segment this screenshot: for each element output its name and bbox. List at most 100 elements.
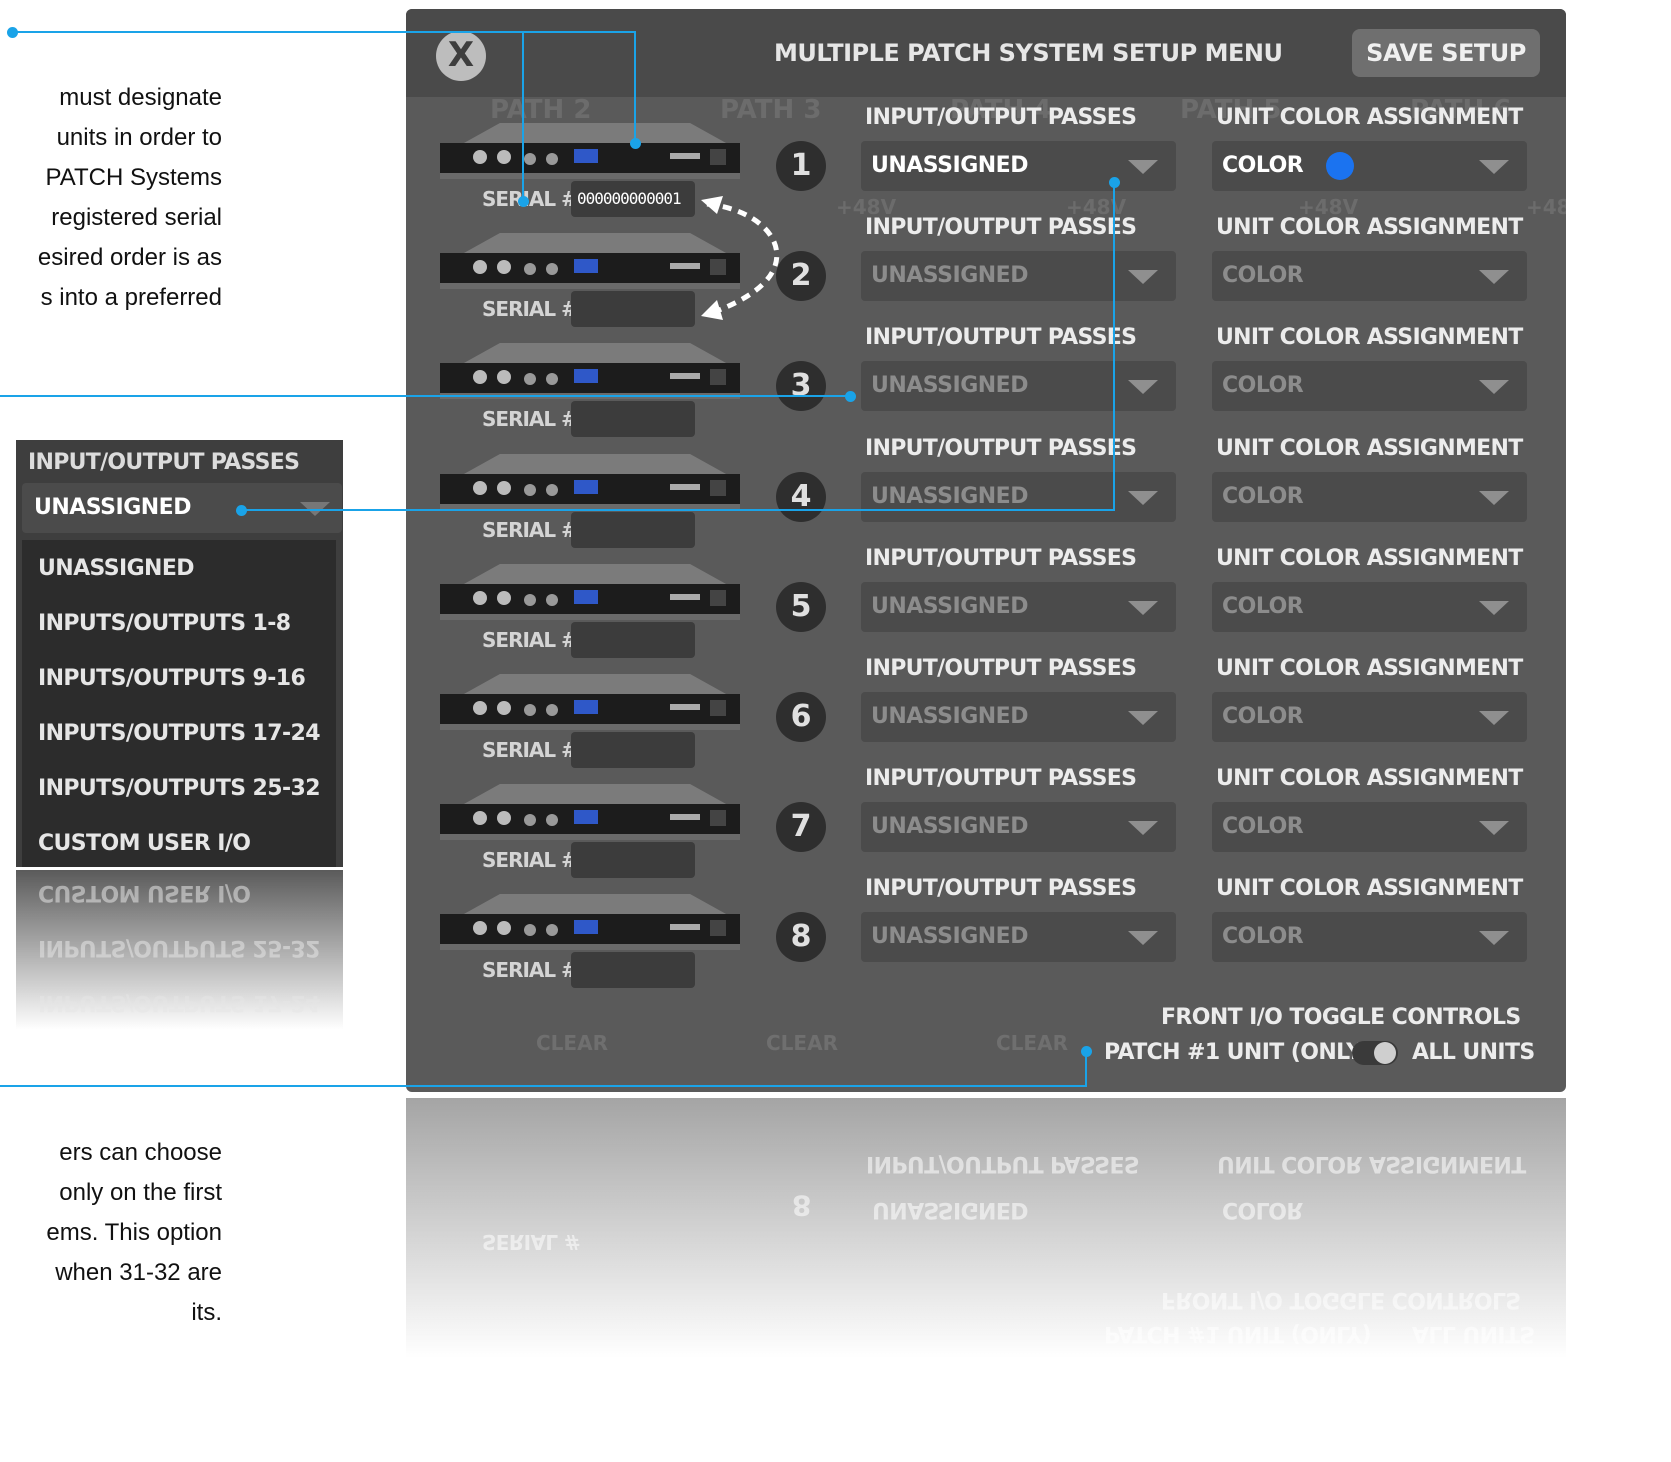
patch-unit-row: SERIAL # 8 INPUT/OUTPUT PASSES UNASSIGNE… bbox=[406, 876, 1566, 992]
select-value: COLOR bbox=[1222, 924, 1304, 950]
select-value: UNASSIGNED bbox=[871, 593, 1028, 619]
serial-number-input[interactable] bbox=[571, 842, 695, 879]
chevron-down-icon bbox=[1128, 270, 1158, 285]
unit-color-label: UNIT COLOR ASSIGNMENT bbox=[1216, 545, 1523, 571]
unit-color-label: UNIT COLOR ASSIGNMENT bbox=[1216, 215, 1523, 241]
unit-color-select[interactable]: COLOR bbox=[1212, 471, 1527, 522]
unit-color-label: UNIT COLOR ASSIGNMENT bbox=[1216, 876, 1523, 902]
toggle-option-all-units[interactable]: ALL UNITS bbox=[1412, 1040, 1535, 1065]
select-value: UNASSIGNED bbox=[871, 373, 1028, 399]
io-passes-label: INPUT/OUTPUT PASSES bbox=[865, 876, 1137, 902]
connector-line bbox=[0, 1085, 1087, 1087]
chevron-down-icon bbox=[1479, 821, 1509, 836]
chevron-down-icon bbox=[1479, 490, 1509, 505]
reflection-text: FRONT I/O TOGGLE CONTROLS bbox=[1161, 1287, 1521, 1312]
front-io-toggle-switch[interactable] bbox=[1352, 1041, 1398, 1065]
dropdown-option[interactable]: CUSTOM USER I/O bbox=[38, 831, 251, 856]
doc-paragraph-top: must designate units in order to PATCH S… bbox=[0, 78, 222, 318]
io-passes-select[interactable]: UNASSIGNED bbox=[861, 471, 1176, 522]
unit-color-label: UNIT COLOR ASSIGNMENT bbox=[1216, 325, 1523, 351]
front-io-toggle-title: FRONT I/O TOGGLE CONTROLS bbox=[1161, 1005, 1521, 1030]
unit-color-select[interactable]: COLOR bbox=[1212, 251, 1527, 302]
dialog-reflection: PATCH #1 UNIT (ONLY) ALL UNITS FRONT I/O… bbox=[406, 1098, 1566, 1358]
patch-number-badge: 8 bbox=[776, 912, 826, 963]
toggle-knob bbox=[1374, 1042, 1396, 1064]
unit-color-label: UNIT COLOR ASSIGNMENT bbox=[1216, 656, 1523, 681]
io-passes-select[interactable]: UNASSIGNED bbox=[861, 581, 1176, 632]
unit-color-select[interactable]: COLOR bbox=[1212, 361, 1527, 412]
serial-label: SERIAL # bbox=[482, 297, 578, 322]
select-value: UNASSIGNED bbox=[871, 704, 1028, 729]
io-passes-select[interactable]: UNASSIGNED bbox=[861, 251, 1176, 302]
serial-label: SERIAL # bbox=[482, 627, 578, 652]
rack-unit-icon bbox=[440, 784, 740, 841]
serial-number-input[interactable] bbox=[571, 732, 695, 768]
dropdown-option[interactable]: INPUTS/OUTPUTS 17-24 bbox=[38, 721, 321, 746]
select-value: COLOR bbox=[1222, 704, 1304, 729]
io-passes-select[interactable]: UNASSIGNED bbox=[861, 912, 1176, 963]
io-passes-select[interactable]: UNASSIGNED bbox=[861, 692, 1176, 742]
chevron-down-icon bbox=[1479, 270, 1509, 285]
swap-arrows-icon bbox=[701, 196, 780, 320]
io-passes-select[interactable]: UNASSIGNED bbox=[861, 802, 1176, 853]
unit-color-select[interactable]: COLOR bbox=[1212, 141, 1527, 191]
io-passes-label: INPUT/OUTPUT PASSES bbox=[865, 656, 1137, 681]
reflection-text: INPUT/OUTPUT PASSES bbox=[866, 1151, 1140, 1176]
io-passes-label: INPUT/OUTPUT PASSES bbox=[865, 325, 1137, 351]
dropdown-option[interactable]: INPUTS/OUTPUTS 1-8 bbox=[38, 611, 291, 636]
rack-unit-icon bbox=[440, 343, 740, 400]
dropdown-option[interactable]: INPUTS/OUTPUTS 9-16 bbox=[38, 666, 306, 691]
io-passes-select[interactable]: UNASSIGNED bbox=[861, 361, 1176, 412]
reflection-text: COLOR bbox=[1222, 1197, 1303, 1222]
chevron-down-icon bbox=[1128, 711, 1158, 725]
select-value: COLOR bbox=[1222, 373, 1304, 399]
io-passes-select[interactable]: UNASSIGNED bbox=[22, 483, 342, 533]
unit-color-select[interactable]: COLOR bbox=[1212, 802, 1527, 853]
unit-color-select[interactable]: COLOR bbox=[1212, 692, 1527, 742]
serial-number-input[interactable]: 000000000001 bbox=[571, 181, 695, 217]
reflection-text: CUSTOM USER I/O bbox=[38, 880, 251, 905]
reflection-text: ALL UNITS bbox=[1412, 1321, 1535, 1346]
io-passes-select[interactable]: UNASSIGNED bbox=[861, 141, 1176, 191]
save-setup-button[interactable]: SAVE SETUP bbox=[1352, 29, 1540, 77]
reflection-text: INPUTS/OUTPUTS 17-24 bbox=[38, 990, 320, 1015]
chevron-down-icon bbox=[1479, 600, 1509, 615]
doc-line: PATCH Systems bbox=[45, 164, 222, 191]
rack-unit-icon bbox=[440, 123, 740, 179]
doc-line: ers can choose bbox=[59, 1139, 222, 1166]
connector-dot bbox=[630, 138, 641, 149]
chevron-down-icon bbox=[1479, 160, 1509, 174]
chevron-down-icon bbox=[1479, 931, 1509, 946]
dropdown-reflection: CUSTOM USER I/O INPUTS/OUTPUTS 25-32 INP… bbox=[16, 870, 343, 1030]
doc-line: when 31-32 are bbox=[55, 1259, 222, 1286]
serial-label: SERIAL # bbox=[482, 738, 578, 762]
serial-number-input[interactable] bbox=[571, 511, 695, 548]
toggle-option-patch1[interactable]: PATCH #1 UNIT (ONLY) bbox=[1104, 1040, 1372, 1065]
serial-number-input[interactable] bbox=[571, 401, 695, 438]
ghost-clear-label: CLEAR bbox=[536, 1031, 608, 1055]
ghost-clear-label: CLEAR bbox=[766, 1031, 838, 1055]
unit-color-select[interactable]: COLOR bbox=[1212, 912, 1527, 963]
serial-number-input[interactable] bbox=[571, 621, 695, 658]
reflection-text: PATCH #1 UNIT (ONLY) bbox=[1104, 1321, 1371, 1346]
select-value: UNASSIGNED bbox=[871, 153, 1028, 178]
chevron-down-icon bbox=[1128, 821, 1158, 836]
dropdown-option[interactable]: UNASSIGNED bbox=[38, 556, 195, 581]
chevron-down-icon bbox=[1128, 490, 1158, 505]
close-button[interactable]: X bbox=[436, 31, 486, 81]
serial-number-input[interactable] bbox=[571, 291, 695, 328]
unit-color-select[interactable]: COLOR bbox=[1212, 581, 1527, 632]
io-passes-label: INPUT/OUTPUT PASSES bbox=[865, 105, 1137, 130]
connector-line bbox=[1113, 182, 1115, 511]
chevron-down-icon bbox=[1128, 600, 1158, 615]
connector-dot bbox=[7, 27, 18, 38]
dropdown-option[interactable]: INPUTS/OUTPUTS 25-32 bbox=[38, 776, 321, 801]
select-value: UNASSIGNED bbox=[34, 495, 191, 520]
patch-number-badge: 3 bbox=[776, 361, 826, 412]
patch-unit-row: SERIAL # 2 INPUT/OUTPUT PASSES UNASSIGNE… bbox=[406, 215, 1566, 331]
serial-number-input[interactable] bbox=[571, 952, 695, 989]
serial-label: SERIAL # bbox=[482, 407, 578, 432]
dialog-title: MULTIPLE PATCH SYSTEM SETUP MENU bbox=[774, 39, 1283, 67]
chevron-down-icon bbox=[1128, 931, 1158, 946]
io-passes-label: INPUT/OUTPUT PASSES bbox=[865, 435, 1137, 461]
